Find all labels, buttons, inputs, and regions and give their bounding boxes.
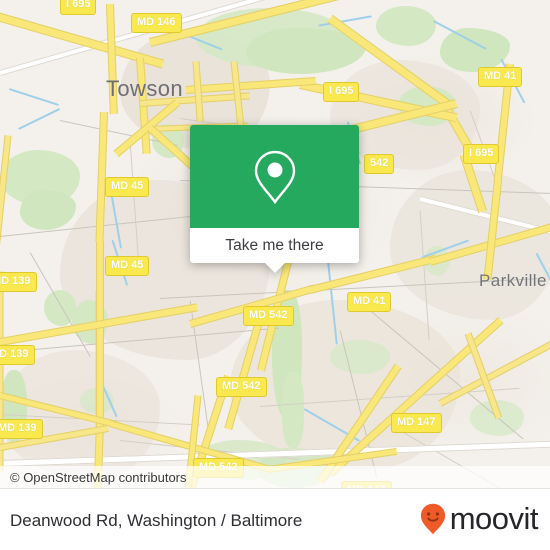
route-shield: MD 139 bbox=[0, 272, 37, 292]
popup-header bbox=[190, 125, 359, 228]
popup-tail bbox=[264, 263, 285, 273]
map-park-area bbox=[376, 6, 436, 46]
map-park-area bbox=[330, 340, 390, 374]
take-me-there-label: Take me there bbox=[225, 236, 324, 254]
popup-action-bar[interactable]: Take me there bbox=[190, 228, 359, 263]
route-shield: I 695 bbox=[60, 0, 97, 15]
route-shield: MD 542 bbox=[243, 306, 294, 326]
route-shield: MD 139 bbox=[0, 419, 43, 439]
place-label: Towson bbox=[106, 76, 183, 101]
route-shield: MD 147 bbox=[391, 413, 442, 433]
moovit-logo[interactable]: moovit bbox=[420, 501, 539, 536]
route-shield: MD 45 bbox=[105, 256, 150, 276]
route-shield: 542 bbox=[364, 154, 395, 174]
map-highway bbox=[96, 242, 104, 422]
osm-attribution[interactable]: © OpenStreetMap contributors bbox=[10, 470, 187, 485]
map-park-area bbox=[282, 372, 304, 448]
moovit-pin-icon bbox=[420, 503, 446, 535]
location-title: Deanwood Rd, Washington / Baltimore bbox=[10, 511, 303, 530]
route-shield: I 695 bbox=[463, 144, 500, 164]
route-shield: MD 542 bbox=[216, 377, 267, 397]
place-label: Parkville bbox=[479, 271, 547, 290]
moovit-wordmark: moovit bbox=[449, 501, 539, 536]
moovit-map-screen: I 695 MD 146 I 695 MD 41 I 695 542 MD 45 MD 139… bbox=[0, 0, 550, 550]
route-shield: MD 41 bbox=[478, 67, 523, 87]
map-canvas[interactable]: I 695 MD 146 I 695 MD 41 I 695 542 MD 45 MD 139… bbox=[0, 0, 550, 500]
route-shield: MD 146 bbox=[131, 13, 182, 33]
footer-bar: Deanwood Rd, Washington / Baltimore moov… bbox=[0, 488, 550, 550]
route-shield: MD 45 bbox=[105, 177, 150, 197]
destination-popup[interactable]: Take me there bbox=[190, 125, 359, 273]
route-shield: MD 139 bbox=[0, 345, 35, 365]
map-pin-icon bbox=[254, 150, 295, 204]
route-shield: MD 41 bbox=[347, 292, 392, 312]
route-shield: I 695 bbox=[323, 82, 360, 102]
map-highway bbox=[0, 271, 4, 472]
